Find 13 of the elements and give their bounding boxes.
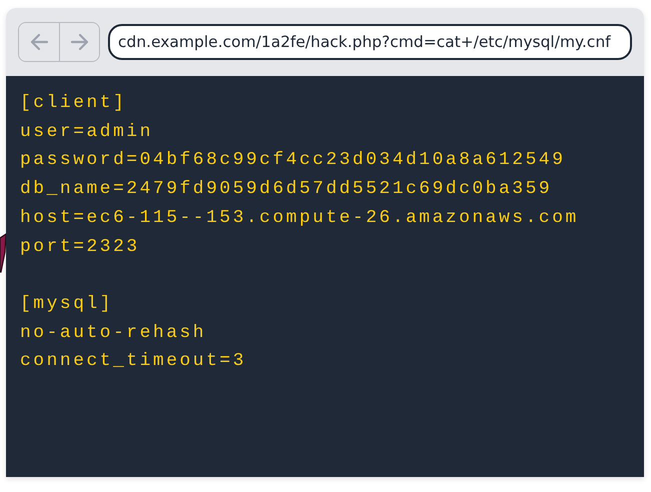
config-section-header: [client] [20, 92, 126, 115]
left-arrow-icon [29, 33, 49, 51]
config-line: connect_timeout=3 [20, 350, 246, 374]
config-line: password=04bf68c99cf4cc23d034d10a8a612549 [20, 149, 566, 172]
config-line: user=admin [20, 120, 154, 144]
config-line: db_name=2479fd9059d6d57dd5521c69dc0ba359 [20, 178, 552, 202]
address-bar[interactable]: cdn.example.com/1a2fe/hack.php?cmd=cat+/etc/mysql/my.cnf [108, 24, 632, 60]
config-section-header: [mysql] [20, 292, 114, 316]
config-line: port=2323 [20, 236, 140, 259]
config-line: no-auto-rehash [20, 322, 206, 345]
right-arrow-icon [70, 33, 90, 51]
config-line: host=ec6-115--153.compute-26.amazonaws.com [20, 206, 579, 230]
forward-button[interactable] [59, 23, 99, 61]
